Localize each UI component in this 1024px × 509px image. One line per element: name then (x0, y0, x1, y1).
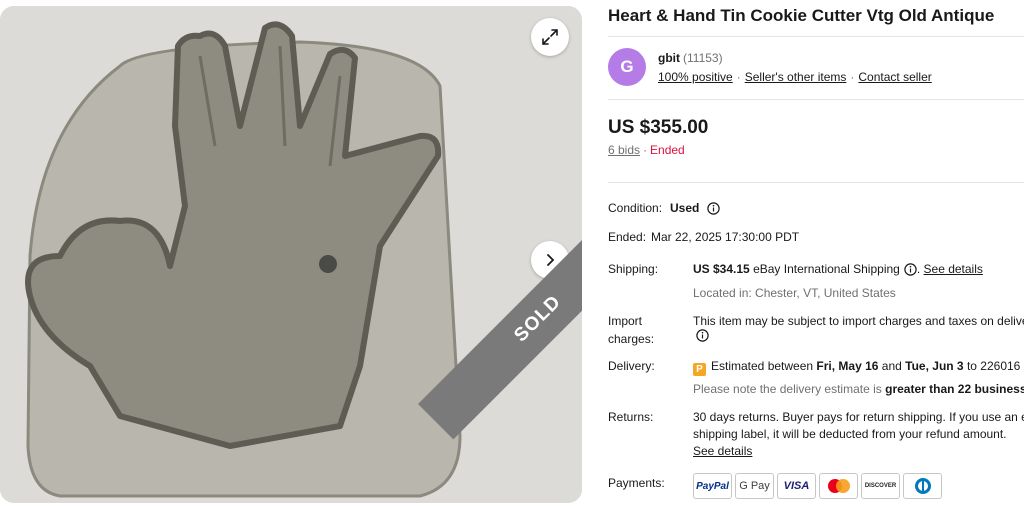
google-pay-logo: G Pay (735, 473, 774, 499)
delivery-badge-icon: P (693, 363, 706, 376)
seller-links: 100% positive · Seller's other items · Conta… (658, 70, 932, 84)
price: US $355.00 (608, 117, 709, 138)
item-photo (0, 6, 582, 503)
seller-feedback-count: (11153) (683, 51, 723, 65)
shipping-service: eBay International Shipping (753, 262, 900, 276)
info-icon[interactable] (706, 202, 720, 215)
import-text: This item may be subject to import charg… (693, 314, 1024, 328)
expand-image-button[interactable] (531, 18, 569, 56)
visa-logo: VISA (777, 473, 816, 499)
diners-club-logo (903, 473, 942, 499)
info-icon[interactable] (904, 263, 917, 276)
seller-name[interactable]: gbit (658, 51, 680, 65)
listing-details: Heart & Hand Tin Cookie Cutter Vtg Old A… (608, 0, 1024, 509)
returns-see-details-link[interactable]: See details (693, 444, 752, 458)
seller-name-line: gbit (11153) (658, 51, 723, 65)
expand-icon (542, 29, 558, 45)
ended-label: Ended: (608, 230, 647, 244)
positive-feedback-link[interactable]: 100% positive (658, 70, 733, 84)
shipping-label: Shipping: (608, 262, 659, 276)
shipping-see-details-link[interactable]: See details (924, 262, 983, 276)
divider (608, 182, 1024, 183)
divider (608, 36, 1024, 37)
condition-value: Used (670, 201, 720, 215)
returns-label: Returns: (608, 410, 654, 424)
payments-label: Payments: (608, 476, 665, 490)
bids-link[interactable]: 6 bids (608, 143, 640, 157)
divider (608, 99, 1024, 100)
import-label: Import charges: (608, 314, 655, 346)
payment-logos: PayPal G Pay VISA DISCOVER (693, 473, 942, 499)
ended-status: Ended (650, 143, 685, 157)
seller-other-items-link[interactable]: Seller's other items (745, 70, 847, 84)
location: Located in: Chester, VT, United States (693, 286, 896, 300)
contact-seller-link[interactable]: Contact seller (858, 70, 931, 84)
returns-line-1: 30 days returns. Buyer pays for return s… (693, 410, 1024, 424)
shipping-amount: US $34.15 (693, 262, 750, 276)
delivery-label: Delivery: (608, 359, 655, 373)
seller-avatar[interactable]: G (608, 48, 646, 86)
condition-label: Condition: (608, 201, 663, 215)
paypal-logo: PayPal (693, 473, 732, 499)
delivery-estimate: P Estimated between Fri, May 16 and Tue, … (693, 359, 1024, 376)
mastercard-logo (819, 473, 858, 499)
info-icon[interactable] (696, 329, 709, 342)
chevron-right-icon (547, 254, 555, 266)
returns-line-2: shipping label, it will be deducted from… (693, 427, 1007, 441)
bids-line: 6 bids · Ended (608, 143, 685, 157)
ended-value: Mar 22, 2025 17:30:00 PDT (651, 230, 800, 244)
listing-title: Heart & Hand Tin Cookie Cutter Vtg Old A… (608, 6, 995, 25)
shipping-value: US $34.15 eBay International Shipping . … (693, 262, 983, 276)
discover-logo: DISCOVER (861, 473, 900, 499)
item-image-gallery[interactable]: SOLD (0, 6, 582, 503)
delivery-note: Please note the delivery estimate is gre… (693, 382, 1024, 396)
